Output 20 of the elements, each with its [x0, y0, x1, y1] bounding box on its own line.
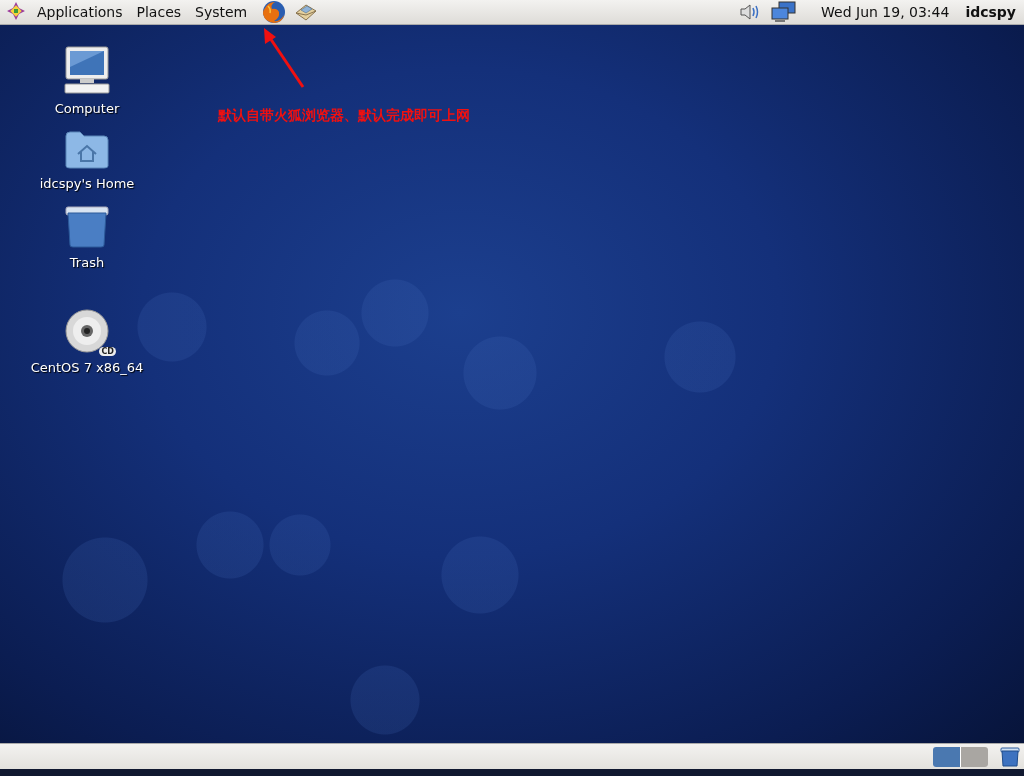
menu-item[interactable]: Places: [129, 2, 189, 22]
globe-fox-icon[interactable]: [262, 0, 287, 24]
desktop-icon-label[interactable]: CentOS 7 x86_64: [30, 360, 144, 375]
workspace-button[interactable]: [933, 746, 960, 767]
trash-icon[interactable]: [64, 205, 110, 249]
trash-icon[interactable]: [1000, 746, 1020, 767]
desktop-icon-label[interactable]: Computer: [54, 101, 120, 116]
computer-icon[interactable]: [62, 45, 112, 95]
disc-badge: CD: [99, 347, 116, 356]
user-name[interactable]: idcspy: [965, 4, 1016, 20]
menu-item[interactable]: Applications: [30, 2, 130, 22]
clock[interactable]: Wed Jun 19, 03:44: [821, 4, 950, 20]
desktop-icon-label[interactable]: idcspy's Home: [39, 176, 135, 191]
desktop-icon-label[interactable]: Trash: [69, 255, 105, 270]
annotation-text: 默认自带火狐浏览器、默认完成即可上网: [218, 107, 470, 125]
home-folder-icon[interactable]: [64, 130, 110, 170]
network-computers-icon[interactable]: [771, 1, 798, 23]
flower-logo-icon[interactable]: [6, 0, 26, 21]
menu-item[interactable]: System: [188, 2, 255, 22]
annotation-arrow: [264, 28, 305, 88]
